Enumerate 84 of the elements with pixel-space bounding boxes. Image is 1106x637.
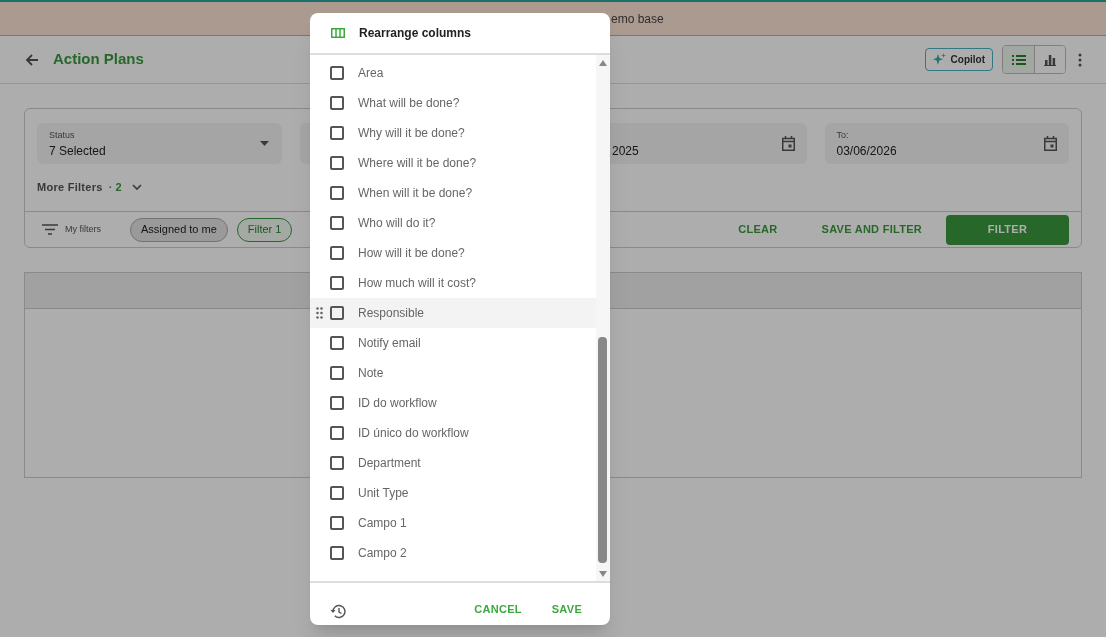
banner-text: emo base <box>611 10 664 28</box>
scrollbar[interactable] <box>596 55 610 581</box>
column-label: ID único do workflow <box>358 425 469 442</box>
list-icon <box>1011 54 1026 65</box>
checkbox[interactable] <box>330 246 344 260</box>
calendar-icon[interactable] <box>781 136 795 151</box>
view-toggle[interactable] <box>1034 46 1065 73</box>
checkbox[interactable] <box>330 216 344 230</box>
checkbox[interactable] <box>330 276 344 290</box>
scroll-thumb[interactable] <box>598 337 607 563</box>
column-label: Notify email <box>358 335 421 352</box>
columns-icon <box>331 28 345 38</box>
column-option[interactable]: Notify email <box>310 328 596 358</box>
column-option[interactable]: Note <box>310 358 596 388</box>
checkbox[interactable] <box>330 306 344 320</box>
column-option[interactable]: Campo 2 <box>310 538 596 568</box>
column-label: How will it be done? <box>358 245 465 262</box>
filter-chip[interactable]: Filter 1 <box>236 217 293 242</box>
checkbox[interactable] <box>330 366 344 380</box>
filter-icon <box>42 224 58 235</box>
column-label: What will be done? <box>358 95 460 112</box>
checkbox[interactable] <box>330 66 344 80</box>
filter-chip[interactable]: Assigned to me <box>130 217 228 242</box>
checkbox[interactable] <box>330 96 344 110</box>
dropdown-arrow-icon <box>259 141 269 146</box>
field-label: Status <box>49 129 75 142</box>
column-option[interactable]: How much will it cost? <box>310 268 596 298</box>
more-icon[interactable] <box>1078 52 1082 67</box>
field-value: 03/06/2026 <box>836 143 897 160</box>
sparkle-icon <box>932 53 946 66</box>
column-label: Campo 1 <box>358 515 407 532</box>
column-option[interactable]: Who will do it? <box>310 208 596 238</box>
column-label: How much will it cost? <box>358 275 477 292</box>
filter-count: · 2 <box>108 180 122 196</box>
my-filters-label: My filters <box>65 222 101 236</box>
column-label: Where will it be done? <box>358 155 477 172</box>
column-option[interactable]: ID do workflow <box>310 388 596 418</box>
checkbox[interactable] <box>330 426 344 440</box>
chevron-down-icon[interactable] <box>131 184 142 191</box>
filter-field[interactable]: To: 03/06/2026 <box>824 123 1069 164</box>
column-label: Responsible <box>358 305 425 322</box>
checkbox[interactable] <box>330 396 344 410</box>
page-title: Action Plans <box>53 49 144 70</box>
checkbox[interactable] <box>330 156 344 170</box>
column-label: Unit Type <box>358 485 409 502</box>
column-option[interactable]: How will it be done? <box>310 238 596 268</box>
column-option[interactable]: Area <box>310 58 596 88</box>
column-label: Why will it be done? <box>358 125 465 142</box>
column-label: Area <box>358 65 384 82</box>
column-option[interactable]: Campo 1 <box>310 508 596 538</box>
more-filters-label[interactable]: More Filters <box>37 179 103 196</box>
column-option[interactable]: Department <box>310 448 596 478</box>
history-icon[interactable] <box>330 604 347 619</box>
column-label: Note <box>358 365 384 382</box>
column-label: ID do workflow <box>358 395 437 412</box>
checkbox[interactable] <box>330 456 344 470</box>
calendar-icon[interactable] <box>1044 136 1057 151</box>
column-option[interactable]: What will be done? <box>310 88 596 118</box>
column-option[interactable]: Unit Type <box>310 478 596 508</box>
view-toggle[interactable] <box>1003 46 1034 73</box>
checkbox[interactable] <box>330 336 344 350</box>
column-label: When will it be done? <box>358 185 473 202</box>
checkbox[interactable] <box>330 186 344 200</box>
copilot-button[interactable]: Copilot <box>924 48 993 71</box>
scroll-down-icon[interactable] <box>599 571 607 577</box>
checkbox[interactable] <box>330 486 344 500</box>
column-option[interactable]: When will it be done? <box>310 178 596 208</box>
filter-field[interactable]: Status 7 Selected <box>37 123 282 164</box>
field-value: 7 Selected <box>49 143 106 160</box>
column-label: Campo 2 <box>358 545 407 562</box>
checkbox[interactable] <box>330 546 344 560</box>
drag-handle-icon[interactable] <box>316 307 323 319</box>
checkbox[interactable] <box>330 516 344 530</box>
checkbox[interactable] <box>330 126 344 140</box>
bar-chart-icon <box>1044 53 1056 66</box>
back-arrow-icon[interactable] <box>24 51 40 68</box>
column-option[interactable]: ID único do workflow <box>310 418 596 448</box>
scroll-up-icon[interactable] <box>599 60 607 66</box>
column-label: Department <box>358 455 421 472</box>
field-value: 2025 <box>612 143 639 160</box>
field-label: To: <box>836 129 849 142</box>
column-option[interactable]: Responsible <box>310 298 596 328</box>
column-label: Who will do it? <box>358 215 436 232</box>
dialog-title: Rearrange columns <box>359 25 472 42</box>
